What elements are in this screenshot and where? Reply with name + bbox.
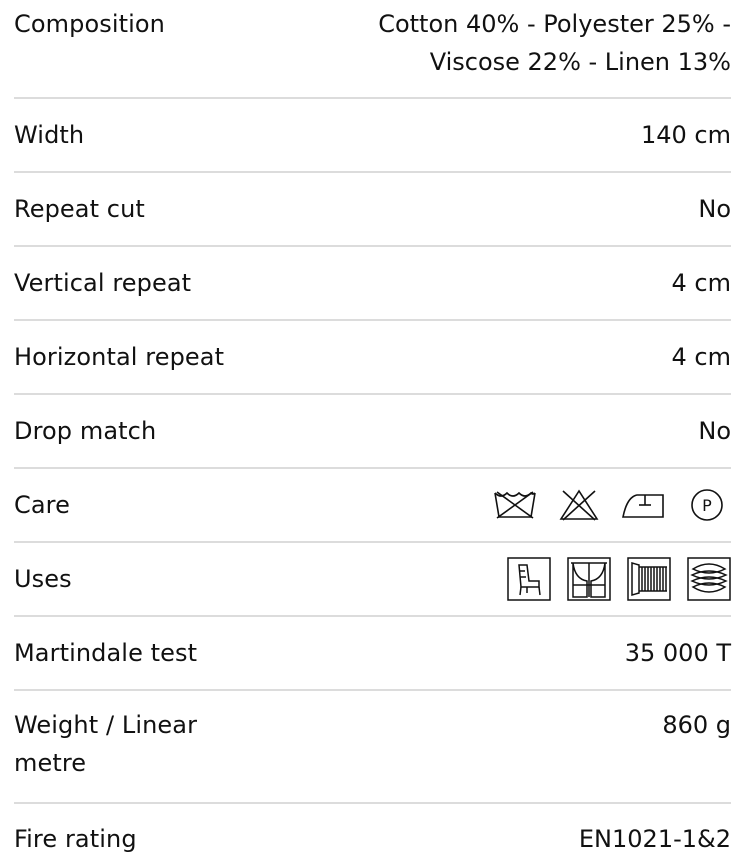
spec-value-width: 140 cm <box>640 121 731 149</box>
uses-icons <box>507 557 731 601</box>
spec-row-uses: Uses <box>14 543 731 617</box>
spec-value-horizontal-repeat: 4 cm <box>671 343 731 371</box>
spec-row-drop-match: Drop match No <box>14 395 731 469</box>
spec-row-fire-rating: Fire rating EN1021-1&2 <box>14 804 731 858</box>
curtains-icon[interactable] <box>567 557 611 601</box>
spec-label-vertical-repeat: Vertical repeat <box>14 269 192 297</box>
spec-label-uses: Uses <box>14 565 72 593</box>
spec-value-composition: Cotton 40% - Polyester 25% - Viscose 22%… <box>321 5 731 81</box>
spec-value-drop-match: No <box>698 417 731 445</box>
spec-label-martindale: Martindale test <box>14 639 198 667</box>
roman-blind-icon[interactable] <box>627 557 671 601</box>
spec-label-width: Width <box>14 121 85 149</box>
spec-row-vertical-repeat: Vertical repeat 4 cm <box>14 247 731 321</box>
spec-value-vertical-repeat: 4 cm <box>671 269 731 297</box>
professional-dry-clean-p-icon[interactable]: P <box>683 487 731 523</box>
spec-row-care: Care P <box>14 469 731 543</box>
do-not-bleach-icon[interactable] <box>555 487 603 523</box>
do-not-wash-icon[interactable] <box>491 487 539 523</box>
spec-row-martindale: Martindale test 35 000 T <box>14 617 731 691</box>
spec-label-fire-rating: Fire rating <box>14 825 137 853</box>
spec-row-repeat-cut: Repeat cut No <box>14 173 731 247</box>
spec-label-repeat-cut: Repeat cut <box>14 195 145 223</box>
product-spec-table: Composition Cotton 40% - Polyester 25% -… <box>14 0 731 858</box>
spec-row-composition: Composition Cotton 40% - Polyester 25% -… <box>14 0 731 99</box>
spec-row-horizontal-repeat: Horizontal repeat 4 cm <box>14 321 731 395</box>
iron-icon[interactable] <box>619 487 667 523</box>
cushions-icon[interactable] <box>687 557 731 601</box>
spec-value-weight: 860 g <box>662 711 731 739</box>
composition-line-2: Viscose 22% - Linen 13% <box>429 48 731 76</box>
spec-label-weight: Weight / Linear metre <box>14 711 198 777</box>
spec-row-weight: Weight / Linear metre 860 g <box>14 691 731 804</box>
spec-row-width: Width 140 cm <box>14 99 731 173</box>
composition-line-1: Cotton 40% - Polyester 25% - <box>378 10 731 38</box>
spec-label-care: Care <box>14 491 70 519</box>
upholstery-chair-icon[interactable] <box>507 557 551 601</box>
spec-value-fire-rating: EN1021-1&2 <box>578 825 731 853</box>
spec-label-horizontal-repeat: Horizontal repeat <box>14 343 225 371</box>
spec-label-composition: Composition <box>14 10 165 38</box>
spec-value-martindale: 35 000 T <box>624 639 731 667</box>
spec-label-drop-match: Drop match <box>14 417 157 445</box>
spec-value-repeat-cut: No <box>698 195 731 223</box>
care-icons: P <box>491 487 731 523</box>
dry-clean-letter: P <box>702 496 712 515</box>
